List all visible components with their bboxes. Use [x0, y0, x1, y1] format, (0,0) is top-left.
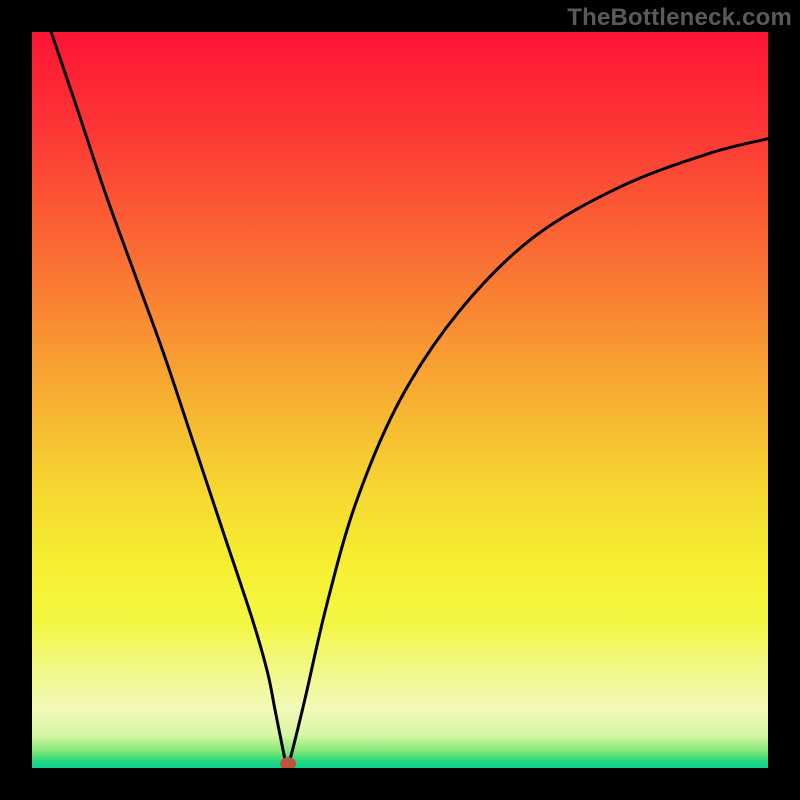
- right-frame: [768, 0, 800, 800]
- bottom-frame: [0, 768, 800, 800]
- watermark-text: TheBottleneck.com: [567, 4, 792, 32]
- chart-container: TheBottleneck.com: [0, 0, 800, 800]
- bottleneck-chart: [0, 0, 800, 800]
- left-frame: [0, 0, 32, 800]
